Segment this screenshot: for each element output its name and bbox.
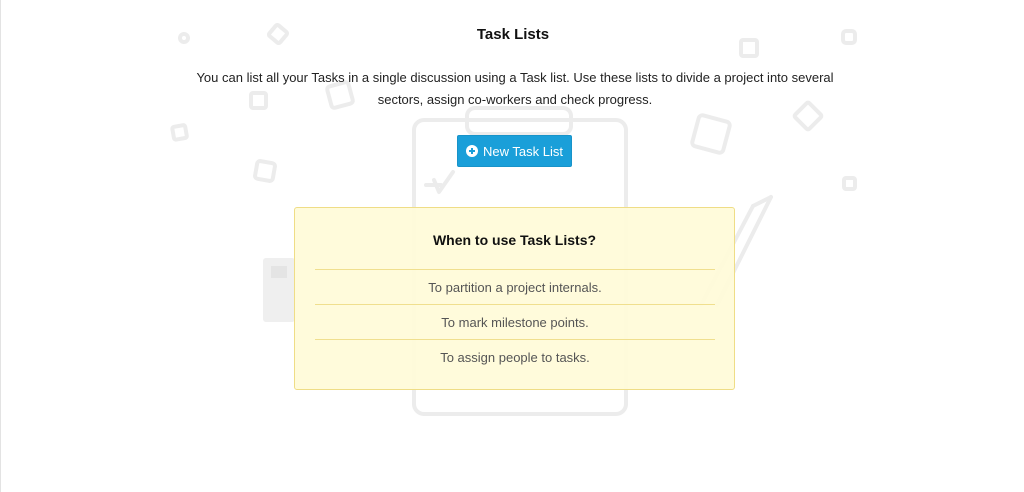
usage-info-box: When to use Task Lists? To partition a p… [294, 207, 735, 390]
usage-list-item: To mark milestone points. [315, 304, 715, 339]
page-description: You can list all your Tasks in a single … [196, 70, 834, 107]
info-box-title: When to use Task Lists? [432, 232, 597, 248]
new-task-list-label: New Task List [483, 143, 563, 159]
new-task-list-button[interactable]: New Task List [457, 135, 572, 167]
plus-circle-icon [466, 145, 479, 157]
usage-list-item: To assign people to tasks. [315, 339, 715, 374]
usage-list-item: To partition a project internals. [315, 269, 715, 304]
usage-list: To partition a project internals. To mar… [315, 269, 715, 374]
page-title: Task Lists [476, 26, 550, 43]
main-content: Task Lists You can list all your Tasks i… [1, 0, 1024, 492]
task-lists-empty-state: Task Lists You can list all your Tasks i… [0, 0, 1024, 492]
